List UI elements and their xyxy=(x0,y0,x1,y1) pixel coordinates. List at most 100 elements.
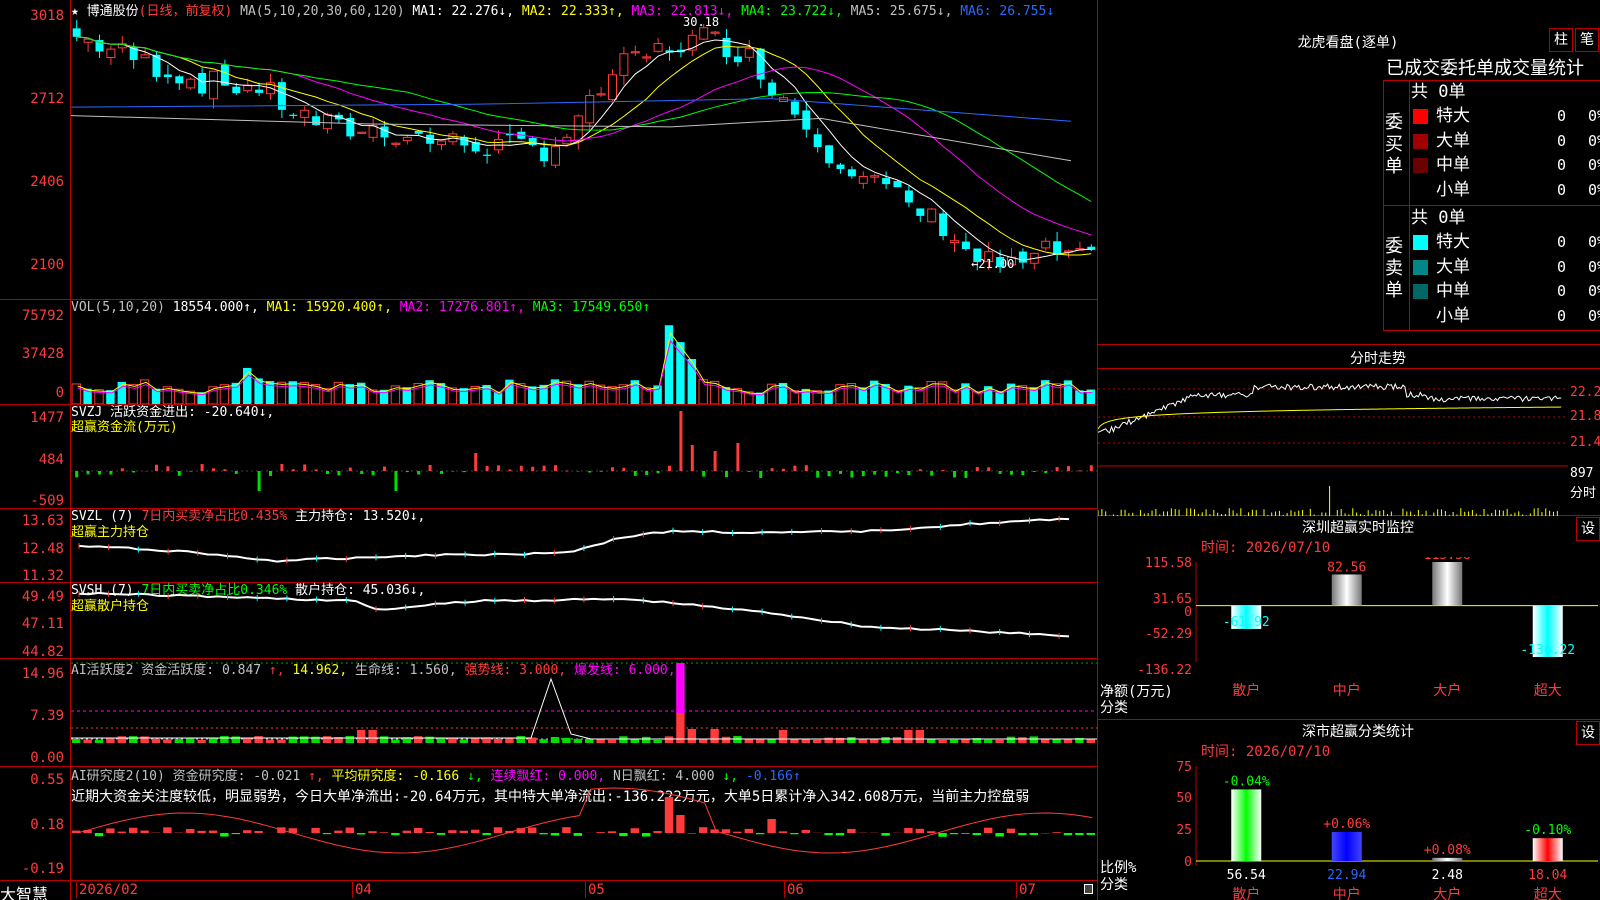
axis-tick-label: 0.00 xyxy=(30,750,64,766)
candle xyxy=(870,175,880,178)
flow-bar xyxy=(690,445,694,471)
research-bar xyxy=(824,833,833,836)
sz-class-time: 时间: 2026/07/10 xyxy=(1201,744,1331,760)
research-bar xyxy=(664,797,674,833)
research-bar xyxy=(790,833,799,835)
flow-bar xyxy=(189,471,193,472)
axis-tick-label: 37428 xyxy=(21,346,64,362)
research-bar xyxy=(835,833,845,836)
retail-holding-chart[interactable] xyxy=(71,583,1097,658)
money-flow-chart[interactable] xyxy=(71,405,1097,508)
flow-bar xyxy=(371,471,375,476)
research-bar xyxy=(448,830,457,833)
main-holding-chart[interactable] xyxy=(71,509,1097,582)
volume-chart[interactable] xyxy=(71,314,1097,404)
flow-bar xyxy=(679,411,683,471)
order-type-label: 特大 xyxy=(1436,232,1470,252)
candle xyxy=(825,145,834,164)
candle xyxy=(391,142,401,145)
buy-count: 共 0单 xyxy=(1411,82,1466,102)
activity-bar xyxy=(881,737,890,743)
research-bar xyxy=(721,829,731,833)
flow-bar xyxy=(1044,471,1048,474)
brand-logo: 大智慧 xyxy=(0,885,49,900)
activity-bar xyxy=(186,737,195,743)
candle xyxy=(847,169,856,177)
research-bar xyxy=(117,831,126,833)
research-bar xyxy=(528,827,537,833)
order-pct: 0% xyxy=(1588,156,1600,174)
flow-bar xyxy=(816,471,820,478)
candle xyxy=(175,76,184,84)
date-tick-label: 04 xyxy=(352,882,372,898)
order-value: 0 xyxy=(1557,282,1567,300)
dragon-title: 龙虎看盘(逐单) xyxy=(1297,35,1399,51)
research-bar xyxy=(231,833,240,835)
research-bar xyxy=(436,833,446,835)
scroll-handle[interactable] xyxy=(1084,884,1093,894)
flow-bar xyxy=(462,471,466,473)
activity-line xyxy=(71,677,1097,740)
axis-tick-label: -509 xyxy=(30,493,64,509)
flow-bar xyxy=(964,471,968,478)
order-pct: 0% xyxy=(1588,306,1600,325)
sz-monitor-settings-button[interactable]: 设 xyxy=(1576,517,1600,541)
candle xyxy=(768,82,777,96)
activity-bar xyxy=(995,739,1004,743)
axis-tick-label: 2406 xyxy=(30,174,64,190)
axis-tick-label: -0.19 xyxy=(21,861,64,877)
activity-bar xyxy=(493,738,503,743)
activity-bar xyxy=(539,739,548,743)
activity-bar xyxy=(550,736,560,743)
flow-bar xyxy=(120,468,124,471)
sz-monitor-chart[interactable]: -61.92散户82.56中户115.58大户-136.22超大115.5831… xyxy=(1098,557,1600,697)
research-bar xyxy=(379,832,389,833)
candle xyxy=(323,113,332,130)
buy-side-label: 委买单 xyxy=(1385,112,1403,177)
order-type-label: 中单 xyxy=(1436,155,1470,175)
candle xyxy=(1053,241,1062,255)
order-row: 中单 0 0% xyxy=(1411,279,1600,303)
research-bar xyxy=(949,833,959,835)
sz-class-chart[interactable]: 56.54 散户 22.94 中户 2.48 大户 18.04 超大 75 50 25 0 -0.04%… xyxy=(1098,761,1600,900)
activity-bar xyxy=(949,739,959,743)
intraday-panel[interactable]: 分时走势 22.27 21.84 21.41 897 分时 xyxy=(1098,346,1600,516)
research-bar xyxy=(94,833,104,837)
color-swatch xyxy=(1413,259,1428,275)
candlestick-chart[interactable]: 30.18 ←21.00 xyxy=(71,14,1097,299)
flow-bar xyxy=(975,467,979,471)
axis-tick-label: 484 xyxy=(38,452,64,468)
category-label: 散户 xyxy=(1232,886,1260,900)
intraday-chart[interactable] xyxy=(1098,369,1568,516)
activity-bar xyxy=(676,663,685,715)
research-bar xyxy=(140,830,149,833)
research-bar xyxy=(220,833,229,837)
sz-monitor-axis-label: -136.22 xyxy=(1137,663,1192,678)
flow-bar xyxy=(519,465,523,471)
research-bar xyxy=(733,831,742,833)
order-pct: 0% xyxy=(1588,257,1600,276)
axis-tick-label: 13.63 xyxy=(21,513,64,529)
flow-bar xyxy=(725,471,728,478)
bar-value-label: 115.58 xyxy=(1424,557,1471,563)
activity-bar xyxy=(938,739,947,743)
candle xyxy=(186,78,196,89)
category-label: 超大 xyxy=(1534,683,1562,697)
bar-mode-button[interactable]: 柱 xyxy=(1549,28,1573,52)
chart-area[interactable]: ★ 博通股份(日线，前复权) MA(5,10,20,30,60,120) MA1… xyxy=(0,0,1098,900)
flow-bar xyxy=(497,465,500,471)
sz-class-settings-button[interactable]: 设 xyxy=(1576,721,1600,745)
tick-mode-button[interactable]: 笔 xyxy=(1575,28,1599,52)
flow-bar xyxy=(1032,471,1036,472)
activity-bar xyxy=(516,736,525,743)
ai-activity-chart[interactable] xyxy=(71,659,1097,766)
axis-tick-label: 47.11 xyxy=(21,616,64,632)
research-bar xyxy=(630,828,639,833)
research-bar xyxy=(208,830,218,833)
activity-bar xyxy=(904,730,913,743)
flow-bar xyxy=(303,464,307,471)
research-bar xyxy=(927,831,936,833)
candle xyxy=(733,56,742,63)
ai-research-chart[interactable] xyxy=(71,767,1097,880)
vol-legend-item: MA3: 17549.650↑ xyxy=(532,300,651,315)
